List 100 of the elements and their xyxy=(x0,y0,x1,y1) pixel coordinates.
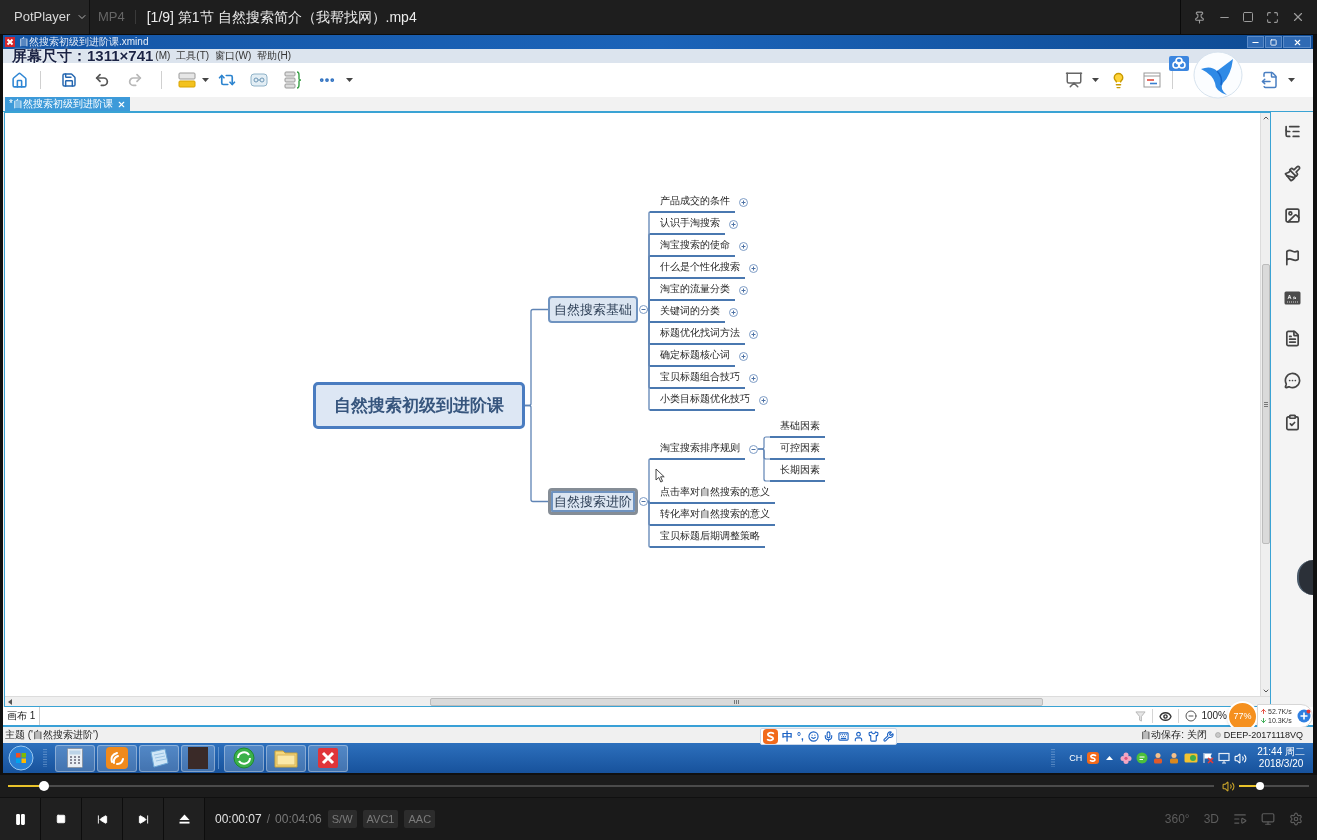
horizontal-scrollbar[interactable] xyxy=(5,696,1270,706)
expand-icon[interactable] xyxy=(749,373,758,383)
task-icon[interactable] xyxy=(1283,414,1301,431)
subtopic-node[interactable]: 什么是个性化搜索 xyxy=(650,257,745,279)
next-button[interactable] xyxy=(123,798,164,840)
expand-icon[interactable] xyxy=(729,307,738,317)
main-topic[interactable]: 自然搜索进阶 xyxy=(548,488,638,515)
paintbrush-icon[interactable] xyxy=(1283,165,1301,182)
comment-icon[interactable] xyxy=(1283,372,1301,389)
close-icon[interactable] xyxy=(116,99,126,109)
subtopic-node[interactable]: 宝贝标题后期调整策略 xyxy=(650,526,765,548)
volume-icon[interactable] xyxy=(1222,779,1235,793)
subtopic-node[interactable]: 淘宝搜索排序规则 xyxy=(650,438,745,460)
settings-icon[interactable] xyxy=(1289,812,1303,826)
subtopic-node[interactable]: 点击率对自然搜索的意义 xyxy=(650,482,775,504)
eye-icon[interactable] xyxy=(1159,709,1173,723)
subtopic-node[interactable]: 关键词的分类 xyxy=(650,301,725,323)
outline-icon[interactable] xyxy=(1283,123,1301,140)
expand-icon[interactable] xyxy=(739,241,748,251)
menu-item[interactable]: (M) xyxy=(155,51,171,61)
save-icon[interactable] xyxy=(61,72,77,88)
summary-icon[interactable] xyxy=(284,71,302,89)
wrench-icon[interactable] xyxy=(882,731,894,742)
menu-item[interactable]: 窗口(W) xyxy=(215,51,252,61)
scrollbar-thumb[interactable] xyxy=(430,697,1043,706)
monitor-icon[interactable] xyxy=(1218,752,1231,764)
maximize-icon[interactable] xyxy=(1242,11,1255,23)
caret-icon[interactable] xyxy=(346,78,353,82)
subtopic-node[interactable]: 宝贝标题组合技巧 xyxy=(650,367,745,389)
subtopic-node[interactable]: 标题优化找词方法 xyxy=(650,323,745,345)
shirt-icon[interactable] xyxy=(867,731,879,742)
home-icon[interactable] xyxy=(11,71,28,89)
s-logo-icon[interactable] xyxy=(1087,752,1100,764)
expand-icon[interactable] xyxy=(739,351,748,361)
ime-mode[interactable]: 中 xyxy=(782,731,793,742)
language-indicator[interactable]: CH xyxy=(1069,753,1083,763)
caret-icon[interactable] xyxy=(1288,78,1295,82)
central-topic[interactable]: 自然搜索初级到进阶课 xyxy=(313,382,525,429)
menu-item[interactable]: 帮助(H) xyxy=(257,51,292,61)
undo-icon[interactable] xyxy=(94,72,110,88)
restore-button[interactable] xyxy=(1265,36,1282,48)
taskbar-button[interactable] xyxy=(224,744,264,772)
player-menu-button[interactable]: PotPlayer xyxy=(0,0,90,34)
subtopic-node[interactable]: 淘宝的流量分类 xyxy=(650,279,735,301)
export-icon[interactable] xyxy=(1261,71,1279,89)
person-icon[interactable] xyxy=(1152,752,1165,764)
smiley-icon[interactable] xyxy=(807,731,819,742)
keyboard-icon[interactable] xyxy=(837,731,849,742)
taskbar-button[interactable] xyxy=(266,744,306,772)
eject-button[interactable] xyxy=(164,798,205,840)
expand-icon[interactable] xyxy=(739,197,748,207)
s-logo-icon[interactable] xyxy=(763,729,778,744)
cloud-badge-icon[interactable] xyxy=(1169,56,1189,71)
volume-handle[interactable] xyxy=(1256,782,1264,790)
subtopic-node[interactable]: 可控因素 xyxy=(770,438,825,460)
fullscreen-icon[interactable] xyxy=(1266,10,1280,24)
expand-icon[interactable] xyxy=(759,395,768,405)
user-icon[interactable] xyxy=(852,731,864,742)
subtopic-node[interactable]: 转化率对自然搜索的意义 xyxy=(650,504,775,526)
play-pause-button[interactable] xyxy=(0,798,41,840)
flag-icon[interactable] xyxy=(1202,752,1215,764)
expand-icon[interactable] xyxy=(749,329,758,339)
taskbar-button[interactable] xyxy=(55,744,95,772)
subtopic-node[interactable]: 淘宝搜索的使命 xyxy=(650,235,735,257)
clock-time[interactable]: 21:44 周二 xyxy=(1257,746,1305,758)
presentation-icon[interactable] xyxy=(1065,71,1083,89)
scroll-left-icon[interactable] xyxy=(7,697,13,706)
previous-button[interactable] xyxy=(82,798,123,840)
scroll-down-icon[interactable] xyxy=(1261,687,1270,695)
expand-icon[interactable] xyxy=(729,219,738,229)
close-button[interactable] xyxy=(1283,36,1311,48)
scrollbar-thumb[interactable] xyxy=(1261,264,1270,544)
bird-logo-icon[interactable] xyxy=(1193,51,1243,99)
caret-icon[interactable] xyxy=(1092,78,1099,82)
microphone-icon[interactable] xyxy=(822,731,834,742)
taskbar-button[interactable] xyxy=(181,744,215,772)
stop-button[interactable] xyxy=(41,798,82,840)
expand-icon[interactable] xyxy=(749,263,758,273)
collapse-icon[interactable] xyxy=(639,497,648,506)
taskbar-button[interactable] xyxy=(139,744,179,772)
subtopic-node[interactable]: 确定标题核心词 xyxy=(650,345,735,367)
text-box-icon[interactable] xyxy=(1283,291,1301,305)
card-icon[interactable] xyxy=(1184,752,1199,764)
person-icon[interactable] xyxy=(1168,752,1181,764)
gantt-chart-icon[interactable] xyxy=(1143,72,1161,88)
caret-up-icon[interactable] xyxy=(1106,756,1114,760)
main-topic[interactable]: 自然搜索基础 xyxy=(548,296,638,323)
caret-icon[interactable] xyxy=(202,78,209,82)
ime-punctuation[interactable]: °, xyxy=(797,731,804,742)
scroll-up-icon[interactable] xyxy=(1261,114,1270,122)
menu-item[interactable]: 工具(T) xyxy=(176,51,210,61)
flag-icon[interactable] xyxy=(1283,249,1301,266)
vertical-scrollbar[interactable] xyxy=(1260,113,1270,696)
subtopic-node[interactable]: 基础因素 xyxy=(770,416,825,438)
collapse-icon[interactable] xyxy=(749,444,758,454)
subtopic-node[interactable]: 认识手淘搜索 xyxy=(650,213,725,235)
chat-icon[interactable] xyxy=(1136,752,1149,764)
note-icon[interactable] xyxy=(1283,330,1301,347)
seek-handle[interactable] xyxy=(39,781,50,791)
plus-circle-icon[interactable] xyxy=(1297,709,1311,723)
